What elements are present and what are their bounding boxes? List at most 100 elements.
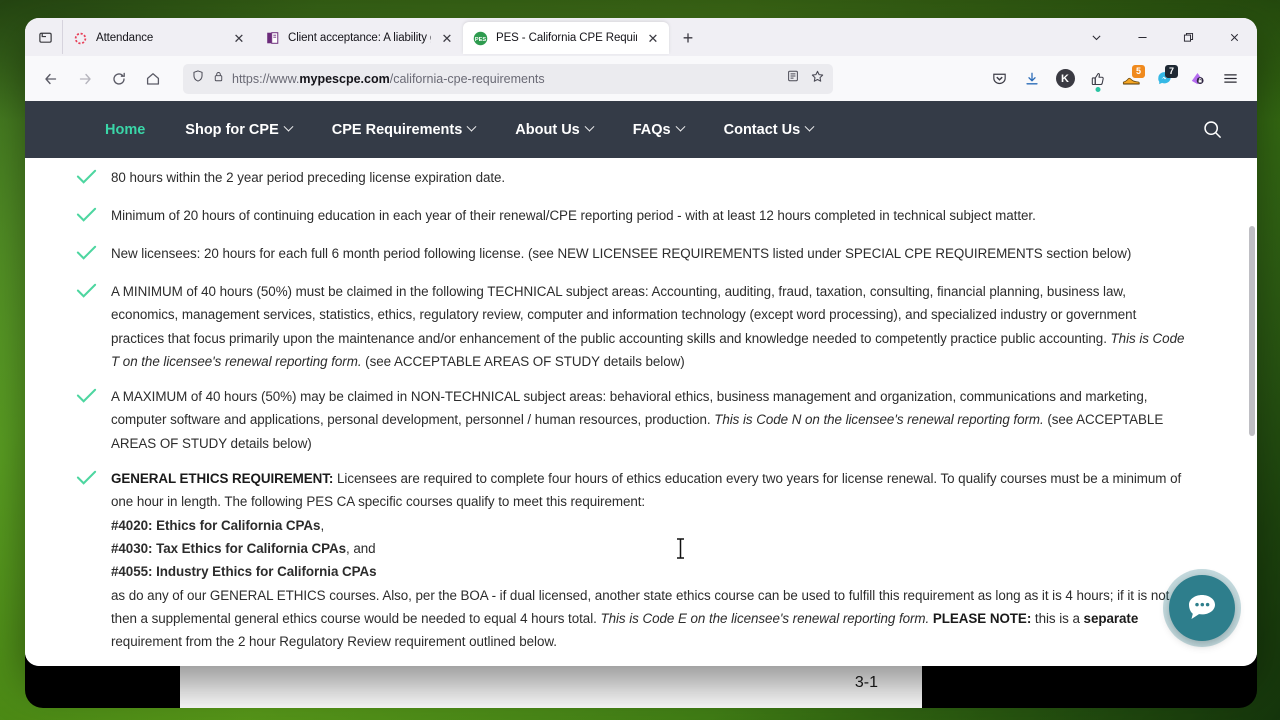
browser-window: Attendance ✕ Client acceptance: A liabil… — [25, 18, 1257, 666]
tab-close-icon[interactable]: ✕ — [645, 30, 661, 46]
nav-item-contact-us[interactable]: Contact Us — [704, 122, 834, 138]
nav-item-shop-for-cpe[interactable]: Shop for CPE — [165, 122, 311, 138]
nav-item-about-us[interactable]: About Us — [495, 122, 612, 138]
window-controls — [1073, 18, 1257, 56]
general-ethics-paragraph: as do any of our GENERAL ETHICS courses.… — [111, 587, 1173, 650]
extension-thumbsup-icon[interactable] — [1083, 64, 1113, 94]
chevron-down-icon — [283, 121, 294, 132]
chat-bubble-icon — [1189, 595, 1215, 619]
extension-status-dot — [1095, 86, 1101, 92]
app-menu-hamburger-icon[interactable] — [1215, 64, 1245, 94]
list-item: 80 hours within the 2 year period preced… — [76, 166, 1191, 192]
tab-list-toggle-icon[interactable] — [29, 20, 63, 54]
tab-attendance[interactable]: Attendance ✕ — [63, 22, 255, 54]
list-item-text: A MAXIMUM of 40 hours (50%) may be claim… — [111, 385, 1191, 455]
browser-toolbar: https://www.mypescpe.com/california-cpe-… — [25, 56, 1257, 101]
downloads-icon[interactable] — [1017, 64, 1047, 94]
list-item-regulatory-ethics: CA SPECIFIC REGULATORY ETHICS: In additi… — [111, 665, 1191, 666]
chevron-down-icon — [584, 121, 595, 132]
nav-item-home[interactable]: Home — [97, 122, 165, 138]
tab-close-icon[interactable]: ✕ — [231, 30, 247, 46]
nontechnical-code-italic: This is Code N on the licensee's renewal… — [714, 412, 1044, 428]
list-item-text: A MINIMUM of 40 hours (50%) must be clai… — [111, 280, 1191, 373]
check-icon — [75, 204, 111, 230]
svg-text:PES: PES — [475, 36, 486, 42]
chevron-down-icon — [804, 121, 815, 132]
account-avatar[interactable]: K — [1050, 64, 1080, 94]
nav-item-faqs[interactable]: FAQs — [613, 122, 704, 138]
shield-icon[interactable] — [191, 69, 205, 88]
new-tab-button[interactable]: + — [673, 23, 703, 53]
close-window-button[interactable] — [1211, 18, 1257, 56]
technical-tail-text: (see ACCEPTABLE AREAS OF STUDY details b… — [361, 353, 685, 369]
regulatory-ethics-text: CA SPECIFIC REGULATORY ETHICS: In additi… — [111, 665, 1191, 666]
url-text[interactable]: https://www.mypescpe.com/california-cpe-… — [232, 72, 779, 86]
nav-item-cpe-requirements[interactable]: CPE Requirements — [312, 122, 496, 138]
check-icon — [75, 166, 111, 192]
tab-title: Attendance — [96, 32, 154, 44]
vertical-scrollbar-thumb[interactable] — [1249, 226, 1255, 436]
nav-item-label: About Us — [515, 121, 580, 138]
tab-title: PES - California CPE Requiremen — [496, 32, 637, 44]
check-icon — [75, 242, 111, 268]
nav-item-label: CPE Requirements — [331, 121, 463, 138]
bookmark-star-icon[interactable] — [810, 69, 825, 89]
extension-badge-count: 5 — [1132, 64, 1145, 78]
reader-view-icon[interactable] — [786, 69, 800, 88]
dotted-circle-red-icon — [73, 31, 88, 46]
check-icon — [75, 280, 111, 306]
back-button-icon[interactable] — [35, 63, 67, 95]
list-item: Minimum of 20 hours of continuing educat… — [76, 204, 1191, 230]
tab-pes-california-cpe[interactable]: PES PES - California CPE Requiremen ✕ — [463, 22, 669, 54]
address-bar[interactable]: https://www.mypescpe.com/california-cpe-… — [183, 63, 833, 94]
general-ethics-heading: GENERAL ETHICS REQUIREMENT: — [111, 471, 334, 487]
list-item-text: 80 hours within the 2 year period preced… — [111, 170, 506, 185]
chevron-down-icon — [466, 121, 477, 132]
list-item-text: Minimum of 20 hours of continuing educat… — [111, 208, 1036, 223]
chat-bubble-button[interactable] — [1163, 569, 1241, 647]
extension-messenger-icon[interactable]: 7 — [1149, 64, 1179, 94]
url-path: /california-cpe-requirements — [389, 71, 545, 86]
forward-button-icon[interactable] — [69, 63, 101, 95]
list-item: A MINIMUM of 40 hours (50%) must be clai… — [76, 280, 1191, 373]
list-item: New licensees: 20 hours for each full 6 … — [76, 242, 1191, 268]
technical-lead-text: A MINIMUM of 40 hours (50%) must be clai… — [111, 284, 1137, 346]
nav-item-label: Home — [105, 121, 146, 138]
pocket-save-icon[interactable] — [984, 64, 1014, 94]
tab-close-icon[interactable]: ✕ — [439, 30, 455, 46]
minimize-button[interactable] — [1119, 18, 1165, 56]
lock-icon[interactable] — [212, 70, 225, 88]
list-item: A MAXIMUM of 40 hours (50%) may be claim… — [76, 385, 1191, 455]
home-button-icon[interactable] — [137, 63, 169, 95]
course-line-3: #4055: Industry Ethics for California CP… — [111, 564, 377, 580]
list-item-general-ethics: GENERAL ETHICS REQUIREMENT: Licensees ar… — [76, 467, 1191, 653]
list-item-text: New licensees: 20 hours for each full 6 … — [111, 246, 1132, 261]
check-icon — [75, 467, 111, 493]
general-ethics-text: GENERAL ETHICS REQUIREMENT: Licensees ar… — [111, 467, 1191, 653]
nav-item-label: Shop for CPE — [185, 121, 279, 138]
nav-item-label: Contact Us — [723, 121, 801, 138]
avatar-letter: K — [1055, 69, 1075, 88]
course-line-2: #4030: Tax Ethics for California CPAs, a… — [111, 540, 376, 556]
nav-item-label: FAQs — [632, 121, 671, 138]
extension-shoe-icon[interactable]: 5 — [1116, 64, 1146, 94]
list-all-tabs-chevron-down-icon[interactable] — [1073, 18, 1119, 56]
pes-green-icon: PES — [473, 31, 488, 46]
tab-strip: Attendance ✕ Client acceptance: A liabil… — [25, 18, 1257, 56]
extension-toolbar: K 5 7 — [984, 64, 1247, 94]
reload-button-icon[interactable] — [103, 63, 135, 95]
check-icon — [75, 385, 111, 411]
course-line-1: #4020: Ethics for California CPAs, — [111, 517, 325, 533]
url-domain: mypescpe.com — [299, 71, 390, 86]
maximize-restore-button[interactable] — [1165, 18, 1211, 56]
url-prefix: https://www. — [232, 71, 300, 86]
journal-purple-icon — [265, 31, 280, 46]
chevron-down-icon — [675, 121, 686, 132]
tab-client-acceptance[interactable]: Client acceptance: A liability gat ✕ — [255, 22, 463, 54]
extension-lock-purple-icon[interactable] — [1182, 64, 1212, 94]
requirements-list: 80 hours within the 2 year period preced… — [25, 166, 1257, 666]
extension-badge-count: 7 — [1165, 64, 1178, 78]
tab-title: Client acceptance: A liability gat — [288, 32, 431, 44]
site-search-icon[interactable] — [1195, 113, 1229, 147]
site-navigation-bar: Home Shop for CPE CPE Requirements About… — [25, 101, 1257, 158]
